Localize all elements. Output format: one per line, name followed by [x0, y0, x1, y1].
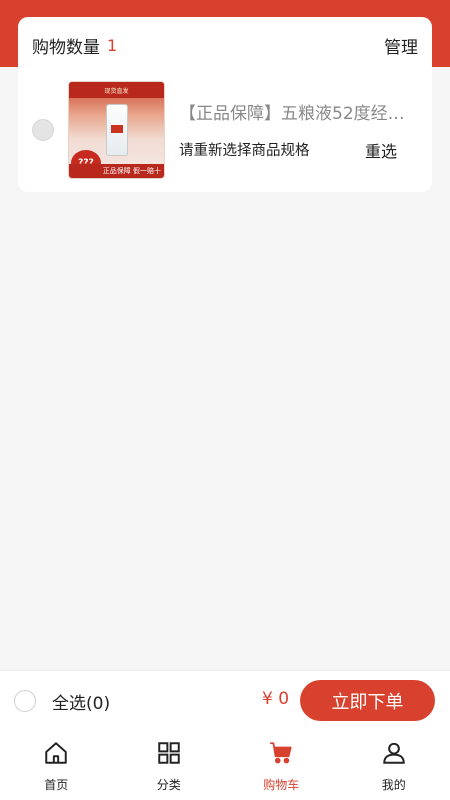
tab-category-label: 分类 [156, 778, 181, 792]
bottle-graphic [106, 104, 128, 156]
tab-home[interactable]: 首页 [0, 730, 113, 800]
place-order-button[interactable]: 立即下单 [300, 680, 435, 721]
grid-icon [156, 740, 182, 770]
tab-profile-label: 我的 [381, 778, 406, 792]
tab-home-label: 首页 [44, 778, 69, 792]
cart-icon [268, 740, 294, 770]
spec-prompt: 请重新选择商品规格 [179, 143, 310, 159]
user-icon [381, 740, 407, 770]
checkout-bar: 全选(0) ¥ 0 立即下单 [0, 670, 450, 730]
tab-profile[interactable]: 我的 [338, 730, 450, 800]
cart-header: 购物数量 1 管理 [32, 31, 418, 59]
home-icon [43, 740, 69, 770]
cart-page: 购物数量 1 管理 现货直发 ??? 正品保障 假一赔十 【正品保障】五粮液52… [0, 0, 450, 800]
tab-cart-label: 购物车 [263, 778, 300, 792]
tab-bar: 首页 分类 购物车 我的 [0, 730, 450, 800]
cart-count: 购物数量 1 [32, 33, 117, 58]
cart-card: 购物数量 1 管理 现货直发 ??? 正品保障 假一赔十 【正品保障】五粮液52… [18, 17, 432, 192]
product-image-banner: 现货直发 [69, 82, 164, 98]
guarantee-strip: 正品保障 假一赔十 [69, 164, 164, 178]
item-select-radio[interactable] [32, 119, 54, 141]
cart-count-label: 购物数量 [32, 37, 100, 58]
tab-cart[interactable]: 购物车 [225, 730, 338, 800]
total-price: ¥ 0 [262, 689, 290, 709]
cart-count-number: 1 [107, 35, 118, 55]
tab-category[interactable]: 分类 [113, 730, 226, 800]
cart-item: 现货直发 ??? 正品保障 假一赔十 【正品保障】五粮液52度经… 请重新选择商… [18, 81, 432, 179]
select-all-label[interactable]: 全选(0) [52, 689, 110, 714]
reselect-button[interactable]: 重选 [365, 138, 397, 162]
product-image-banner-text: 现货直发 [104, 87, 129, 95]
product-title[interactable]: 【正品保障】五粮液52度经… [179, 99, 409, 124]
manage-button[interactable]: 管理 [384, 33, 418, 58]
product-image[interactable]: 现货直发 ??? 正品保障 假一赔十 [68, 81, 165, 179]
select-all-radio[interactable] [14, 690, 36, 712]
